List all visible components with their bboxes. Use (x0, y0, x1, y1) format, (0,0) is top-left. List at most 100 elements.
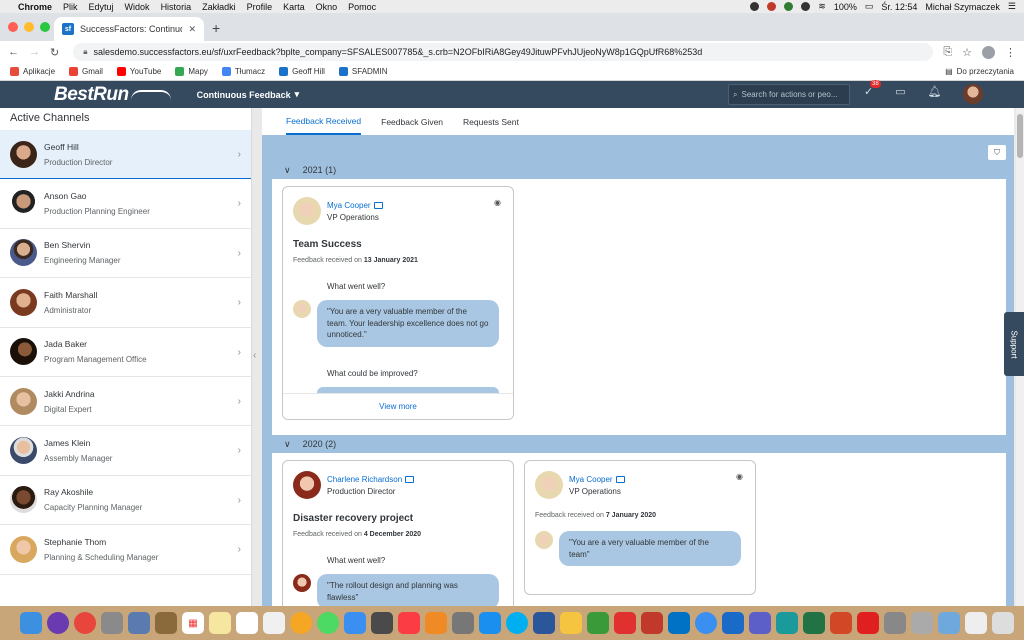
feedback-card[interactable]: Mya Cooper VP Operations ◉ Team Success … (282, 186, 514, 420)
calendar-icon[interactable]: ▦ (182, 612, 204, 634)
outlook-icon[interactable] (668, 612, 690, 634)
siri-icon[interactable] (47, 612, 69, 634)
calendar-grid-icon[interactable] (641, 612, 663, 634)
browser-tab[interactable]: sf SuccessFactors: Continuous F… ✕ (54, 17, 204, 41)
tray-icon[interactable] (767, 2, 777, 11)
bookmark-youtube[interactable]: YouTube (116, 67, 161, 76)
excel-icon[interactable] (803, 612, 825, 634)
reload-button[interactable]: ↻ (50, 46, 59, 59)
menu-item-karta[interactable]: Karta (283, 2, 305, 12)
tab-requests-sent[interactable]: Requests Sent (463, 108, 519, 135)
chrome-menu-icon[interactable]: ⋮ (1005, 46, 1016, 59)
sender-name[interactable]: Mya Cooper (327, 201, 383, 210)
user-avatar[interactable] (963, 84, 983, 104)
acrobat-icon[interactable] (857, 612, 879, 634)
menu-item-okno[interactable]: Okno (316, 2, 338, 12)
bookmark-apps[interactable]: Aplikacje (10, 67, 55, 76)
channel-item[interactable]: Ray Akoshile Capacity Planning Manager › (0, 476, 251, 526)
reading-list[interactable]: ▤ Do przeczytania (945, 67, 1014, 76)
bookmark-star-icon[interactable]: ☆ (962, 46, 972, 59)
photos-color-icon[interactable] (290, 612, 312, 634)
wifi-icon[interactable]: ≋ (818, 1, 826, 12)
word-icon[interactable] (533, 612, 555, 634)
bookmark-translate[interactable]: Tłumacz (221, 67, 265, 76)
view-more-link[interactable]: View more (283, 393, 513, 419)
collapse-panel-icon[interactable]: ‹ (253, 350, 256, 361)
sap-logo-icon[interactable] (722, 612, 744, 634)
forward-button[interactable]: → (29, 46, 40, 58)
menu-item-plik[interactable]: Plik (63, 2, 78, 12)
powerpoint-icon[interactable] (830, 612, 852, 634)
eye-icon[interactable]: ◉ (494, 198, 501, 207)
tab-feedback-given[interactable]: Feedback Given (381, 108, 443, 135)
bookmark-maps[interactable]: Mapy (175, 67, 208, 76)
menu-item-widok[interactable]: Widok (125, 2, 150, 12)
filter-button[interactable]: ⛉ (988, 145, 1006, 160)
battery-icon[interactable]: ▭ (865, 1, 874, 12)
photos-icon[interactable] (263, 612, 285, 634)
scrollbar-thumb[interactable] (1017, 114, 1023, 158)
preview-icon[interactable] (128, 612, 150, 634)
user-name[interactable]: Michał Szymaczek (925, 2, 1000, 12)
new-tab-button[interactable]: + (212, 20, 220, 36)
menu-item-historia[interactable]: Historia (161, 2, 192, 12)
tray-icon[interactable] (801, 2, 811, 11)
channel-item[interactable]: Stephanie Thom Planning & Scheduling Mana… (0, 525, 251, 575)
channel-item[interactable]: James Klein Assembly Manager › (0, 426, 251, 476)
channel-item[interactable]: Faith Marshall Administrator › (0, 278, 251, 328)
zoom-window-button[interactable] (40, 22, 50, 32)
settings-icon[interactable] (452, 612, 474, 634)
messages-icon[interactable] (317, 612, 339, 634)
safari-icon[interactable] (344, 612, 366, 634)
channel-item[interactable]: Ben Shervin Engineering Manager › (0, 229, 251, 279)
close-tab-icon[interactable]: ✕ (188, 24, 196, 35)
chat-icon[interactable]: ▭ (895, 85, 905, 98)
sap-icon[interactable] (587, 612, 609, 634)
app-store-icon[interactable] (479, 612, 501, 634)
eye-icon[interactable]: ◉ (736, 472, 743, 481)
tray-icon[interactable] (750, 2, 760, 11)
documents-folder-icon[interactable] (938, 612, 960, 634)
clock[interactable]: Śr. 12:54 (881, 2, 917, 12)
back-button[interactable]: ← (8, 46, 19, 58)
chrome-icon[interactable] (74, 612, 96, 634)
desktop-folder-icon[interactable] (965, 612, 987, 634)
approvals-icon[interactable]: ✓ 38 (864, 80, 881, 98)
tray-icon[interactable] (784, 2, 794, 11)
notes-icon[interactable] (155, 612, 177, 634)
lock-icon[interactable]: 🔒︎ (83, 47, 87, 57)
skype-icon[interactable] (506, 612, 528, 634)
music-icon[interactable] (398, 612, 420, 634)
menu-item-zakladki[interactable]: Zakładki (202, 2, 236, 12)
support-button[interactable]: Support (1004, 312, 1024, 376)
terminal-icon[interactable] (884, 612, 906, 634)
menu-item-profile[interactable]: Profile (247, 2, 273, 12)
profile-avatar[interactable] (982, 45, 995, 59)
search-app-icon[interactable] (776, 612, 798, 634)
feedback-card[interactable]: Mya Cooper VP Operations ◉ Feedback rece… (524, 460, 756, 595)
folder-icon[interactable] (560, 612, 582, 634)
stickies-icon[interactable] (209, 612, 231, 634)
minimize-window-button[interactable] (24, 22, 34, 32)
sender-name[interactable]: Mya Cooper (569, 475, 625, 484)
bookmark-gmail[interactable]: Gmail (69, 67, 103, 76)
bookmark-sfadmin[interactable]: SFADMIN (338, 67, 387, 76)
bell-icon[interactable]: 🔔︎ (928, 85, 942, 98)
channel-item[interactable]: Geoff Hill Production Director › (0, 130, 251, 180)
menu-item-edytuj[interactable]: Edytuj (89, 2, 114, 12)
feedback-card[interactable]: Charlene Richardson Production Director … (282, 460, 514, 606)
sender-name[interactable]: Charlene Richardson (327, 475, 415, 484)
bookmark-geoff-hill[interactable]: Geoff Hill (279, 67, 325, 76)
module-switcher[interactable]: Continuous Feedback ▾ (197, 89, 300, 100)
system-icon[interactable] (371, 612, 393, 634)
group-header-2021[interactable]: ∨ 2021 (1) (262, 161, 1014, 179)
finder-icon[interactable] (20, 612, 42, 634)
menu-item-pomoc[interactable]: Pomoc (348, 2, 376, 12)
menu-app[interactable]: Chrome (18, 2, 52, 12)
books-icon[interactable] (425, 612, 447, 634)
channel-item[interactable]: Jada Baker Program Management Office › (0, 328, 251, 377)
bestrun-logo[interactable]: BestRun (54, 84, 129, 106)
global-search-input[interactable]: ⌕ Search for actions or peo... (728, 84, 850, 105)
tab-feedback-received[interactable]: Feedback Received (286, 108, 362, 135)
channel-item[interactable]: Jakki Andrina Digital Expert › (0, 377, 251, 427)
